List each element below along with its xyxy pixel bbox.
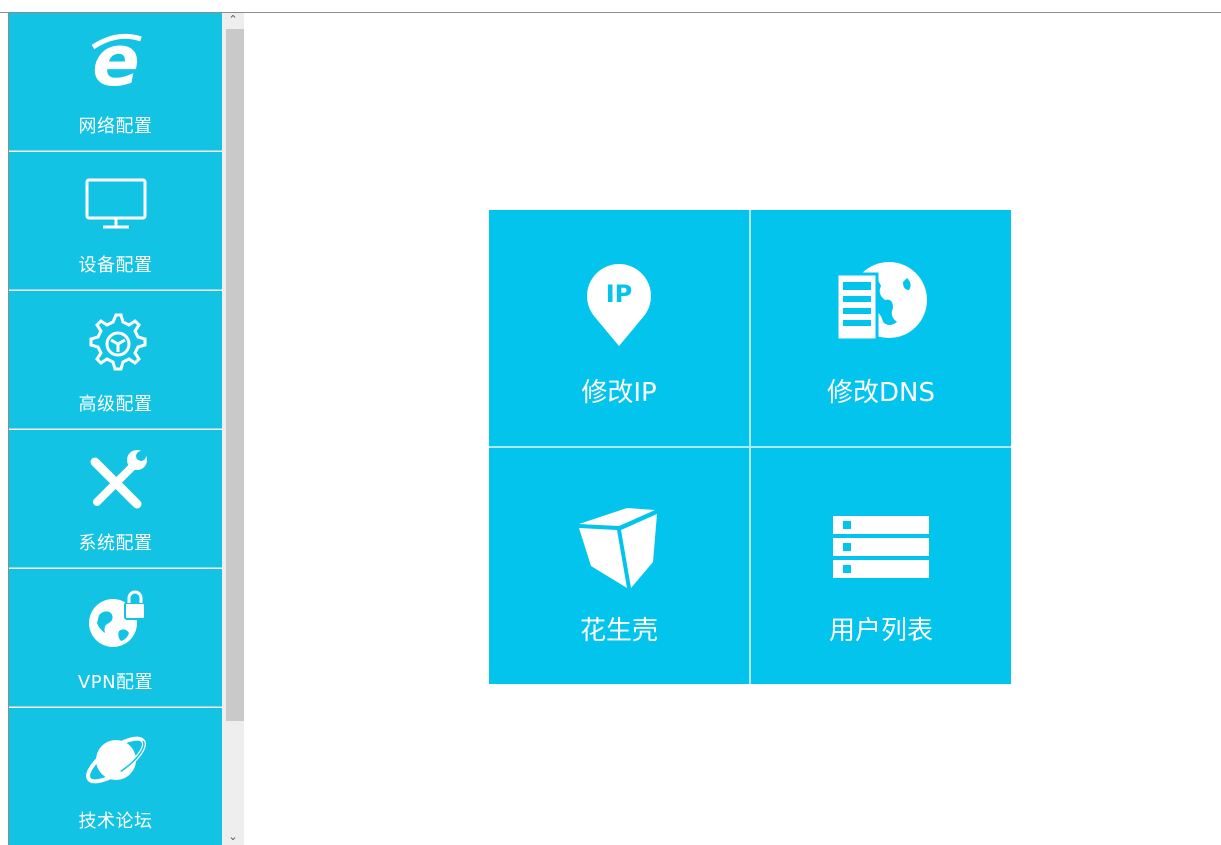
tile-label: 花生壳	[579, 616, 658, 646]
sidebar-item-label: 设备配置	[78, 255, 153, 276]
sidebar-item-system-config[interactable]: 系统配置	[9, 430, 222, 568]
ie-browser-icon: e	[9, 27, 222, 97]
sidebar-scrollbar[interactable]: ⌃ ⌄	[222, 13, 244, 845]
sidebar-item-label: 系统配置	[78, 533, 153, 554]
scrollbar-thumb[interactable]	[226, 29, 244, 721]
planet-icon	[9, 722, 222, 792]
monitor-icon	[9, 166, 222, 236]
tile-label: 用户列表	[828, 616, 933, 646]
tile-user-list[interactable]: 用户列表	[751, 448, 1011, 684]
sidebar-item-network-config[interactable]: e 网络配置	[9, 13, 222, 151]
tools-icon	[9, 444, 222, 514]
sidebar-item-label: 网络配置	[78, 116, 153, 137]
gear-icon	[9, 305, 222, 375]
server-list-icon	[751, 496, 1011, 596]
sidebar-item-vpn-config[interactable]: VPN配置	[9, 569, 222, 707]
sidebar-nav: e 网络配置 设备配置 高级配置 系统配置 VPN配置 技术论坛	[9, 13, 222, 845]
globe-lock-icon	[9, 583, 222, 653]
scroll-down-arrow-icon[interactable]: ⌄	[222, 831, 244, 845]
tile-label: 修改DNS	[827, 378, 935, 408]
sidebar-item-tech-forum[interactable]: 技术论坛	[9, 708, 222, 845]
sidebar-item-label: 技术论坛	[78, 811, 153, 832]
function-tile-grid: IP 修改IP 修改DNS 花生壳 用户列表	[489, 210, 1011, 684]
scroll-up-arrow-icon[interactable]: ⌃	[222, 13, 244, 29]
cube-icon	[489, 496, 749, 596]
sidebar-item-label: 高级配置	[78, 394, 153, 415]
tile-label: 修改IP	[581, 378, 657, 408]
tile-modify-ip[interactable]: IP 修改IP	[489, 210, 749, 446]
svg-text:IP: IP	[606, 280, 633, 308]
dns-server-globe-icon	[751, 258, 1011, 358]
sidebar-item-advanced-config[interactable]: 高级配置	[9, 291, 222, 429]
tile-modify-dns[interactable]: 修改DNS	[751, 210, 1011, 446]
sidebar-item-device-config[interactable]: 设备配置	[9, 152, 222, 290]
sidebar-item-label: VPN配置	[77, 672, 154, 693]
ip-pin-icon: IP	[489, 258, 749, 358]
tile-oray-peanut-shell[interactable]: 花生壳	[489, 448, 749, 684]
